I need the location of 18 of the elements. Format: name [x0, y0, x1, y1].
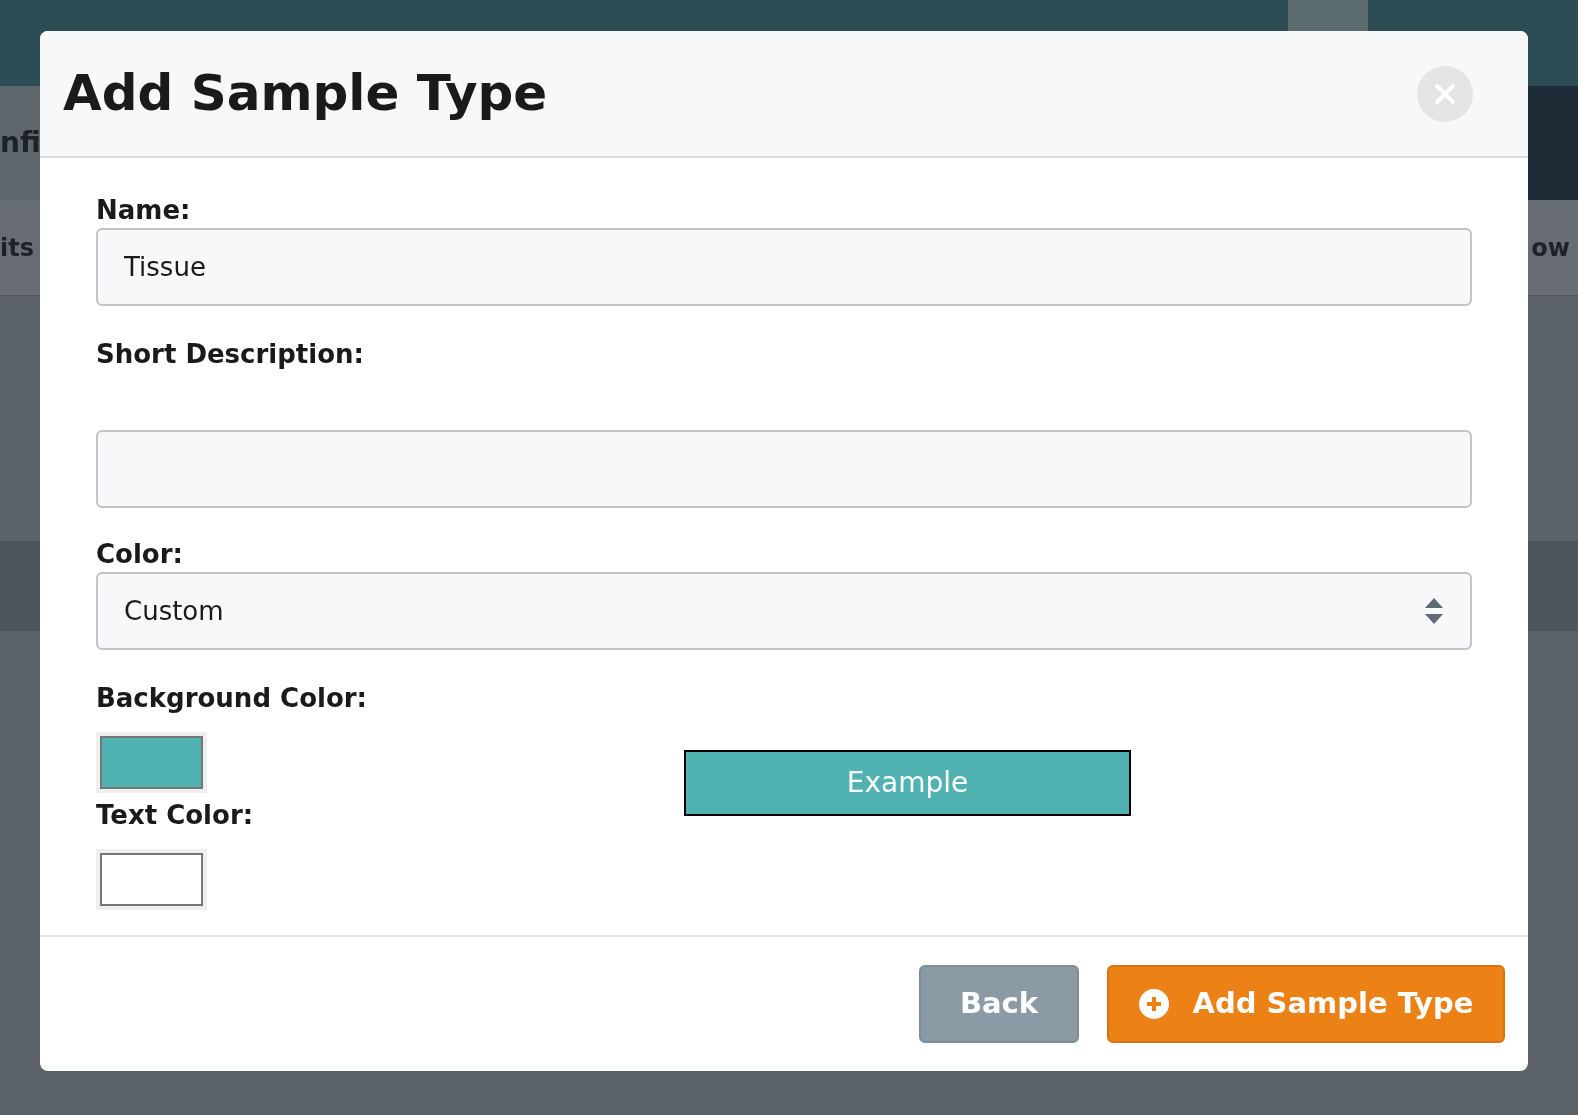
close-icon [1434, 82, 1456, 105]
plus-circle-icon [1138, 989, 1169, 1019]
field-label: Background Color: [96, 682, 368, 715]
input-field[interactable]: Tissue [96, 228, 1472, 306]
input-field[interactable] [96, 430, 1472, 508]
dialog-title: Add Sample Type [63, 63, 548, 124]
page-tab[interactable]: ow [1531, 229, 1570, 266]
field-label: Short Description: [96, 338, 365, 371]
example-preview: Example [684, 750, 1131, 816]
field-label: Color: [96, 538, 184, 571]
sort-arrows-icon [1424, 598, 1444, 624]
field-label: Text Color: [96, 799, 255, 832]
add-sample-type-button[interactable]: Add Sample Type [1107, 965, 1505, 1043]
page-tab[interactable]: its [0, 229, 34, 266]
back-button[interactable]: Back [919, 965, 1079, 1043]
page-heading: nfi [0, 126, 41, 160]
select-field[interactable]: Custom [96, 572, 1472, 650]
field-label: Name: [96, 194, 192, 227]
